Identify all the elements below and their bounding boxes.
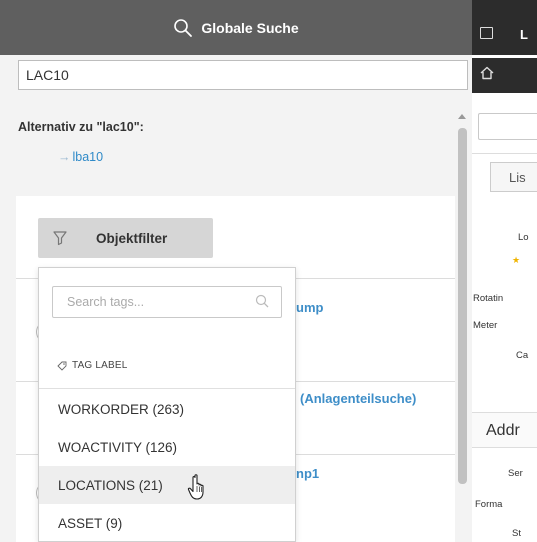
result-title[interactable]: (Anlagenteilsuche)	[300, 391, 416, 406]
star-icon: ★	[512, 255, 521, 265]
results-scrollbar[interactable]	[455, 108, 469, 542]
field-label: Meter	[473, 320, 498, 331]
panel-toggle-icon[interactable]	[480, 27, 493, 39]
tag-filter-dropdown: TAG LABEL WORKORDER (263) WOACTIVITY (12…	[38, 267, 296, 542]
alternative-link-label: lba10	[72, 150, 104, 164]
result-title[interactable]: np1	[296, 466, 319, 481]
field-label: Rotatin	[473, 293, 504, 304]
address-section-title: Addr	[486, 422, 520, 439]
detail-search-input[interactable]	[478, 113, 537, 140]
home-icon[interactable]	[480, 66, 494, 80]
tag-label-header: TAG LABEL	[57, 360, 128, 371]
search-icon	[255, 294, 269, 308]
tag-icon	[57, 361, 67, 371]
hand-pointer-icon	[187, 474, 204, 500]
detail-divider	[472, 153, 537, 154]
tag-option-woactivity[interactable]: WOACTIVITY (126)	[39, 428, 295, 466]
global-search-panel: Globale Suche Alternativ zu "lac10": →lb…	[0, 0, 472, 542]
search-header: Globale Suche	[0, 0, 472, 55]
scroll-up-arrow-icon[interactable]	[458, 114, 466, 119]
tag-option-asset[interactable]: ASSET (9)	[39, 504, 295, 542]
address-section-header[interactable]: Addr	[472, 412, 537, 448]
field-label: St	[512, 528, 521, 539]
tag-header-divider	[39, 388, 295, 389]
object-filter-label: Objektfilter	[96, 230, 168, 246]
global-search-input[interactable]	[18, 60, 468, 90]
field-label: Lo	[518, 232, 529, 243]
tag-option-workorder[interactable]: WORKORDER (263)	[39, 390, 295, 428]
tab-list[interactable]: Lis	[490, 162, 537, 192]
arrow-right-icon: →	[58, 150, 71, 164]
detail-header-title: L	[520, 27, 528, 42]
funnel-icon	[53, 231, 67, 246]
tag-label-text: TAG LABEL	[72, 360, 128, 371]
alternative-heading: Alternativ zu "lac10":	[18, 120, 144, 134]
detail-nav	[472, 58, 537, 93]
search-icon	[174, 18, 193, 37]
detail-header: L	[472, 0, 537, 55]
field-label: Ca	[516, 350, 529, 361]
tag-search-input[interactable]	[52, 286, 282, 318]
alternative-link[interactable]: → lba10	[58, 150, 103, 164]
search-header-title: Globale Suche	[201, 19, 299, 36]
tag-option-locations[interactable]: LOCATIONS (21)	[39, 466, 295, 504]
result-title[interactable]: ump	[296, 300, 323, 315]
detail-panel: L Lis Lo ★ Rotatin Meter Ca Addr Ser For…	[472, 0, 537, 542]
scrollbar-thumb[interactable]	[458, 128, 467, 484]
object-filter-button[interactable]: Objektfilter	[38, 218, 213, 258]
alternative-suggestion: Alternativ zu "lac10": → lba10	[16, 108, 455, 196]
field-label: Ser	[508, 468, 523, 479]
field-label: Forma	[475, 499, 503, 510]
